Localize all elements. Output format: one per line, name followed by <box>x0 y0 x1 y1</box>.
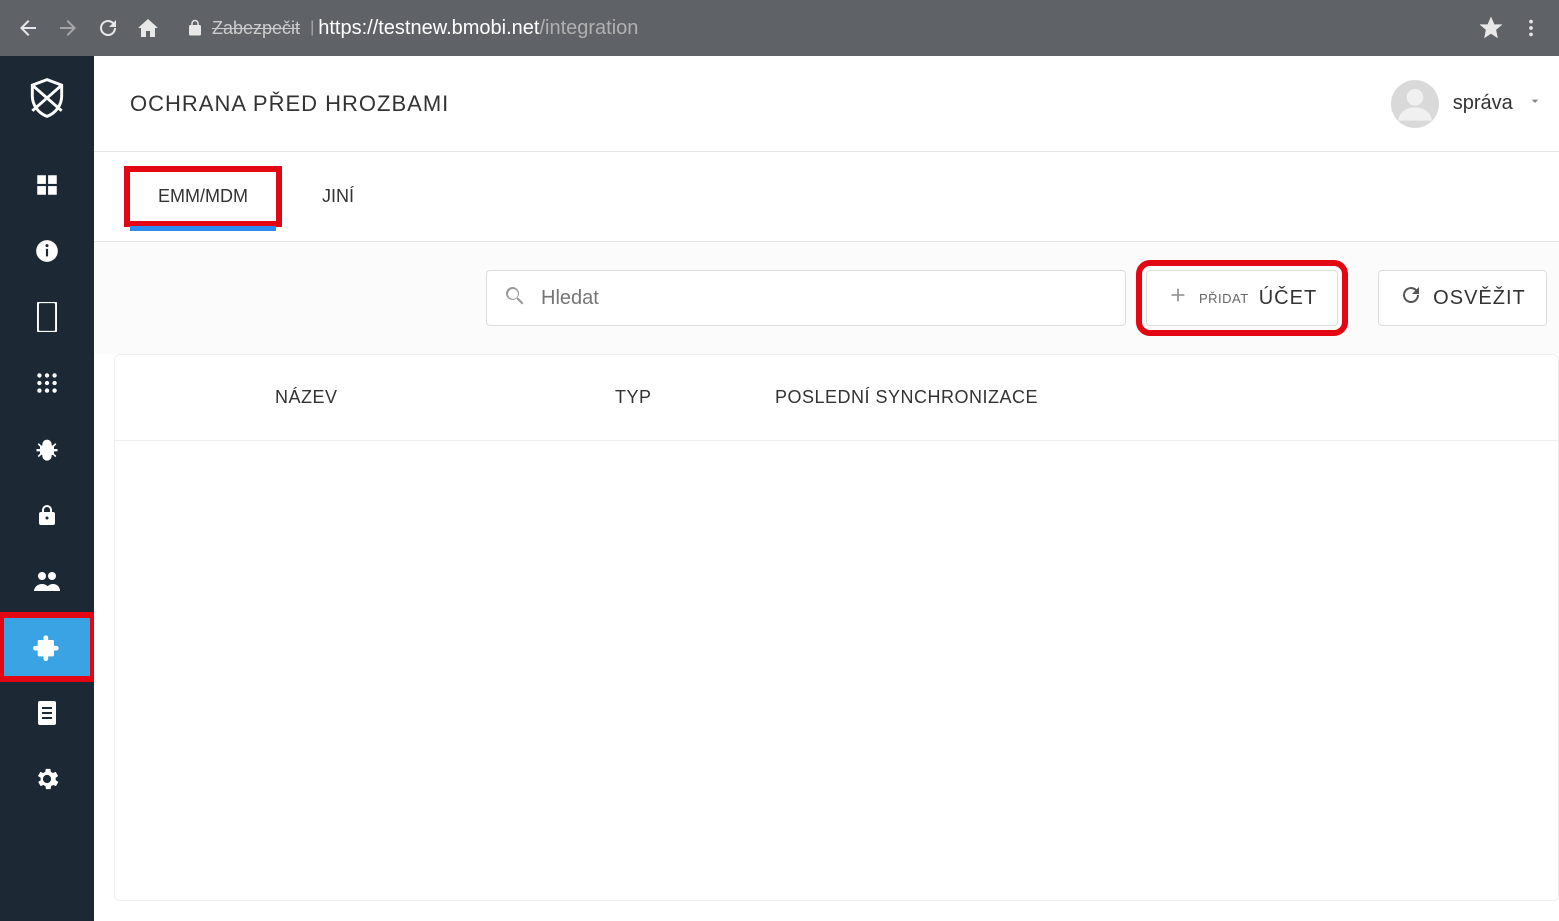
add-account-button[interactable]: PŘIDAT ÚČET <box>1146 270 1338 326</box>
app-root: OCHRANA PŘED HROZBAMI správa EMM/MDM JIN… <box>0 56 1559 921</box>
refresh-button[interactable]: OSVĚŽIT <box>1378 270 1547 326</box>
browser-chrome: Zabezpečit | https://testnew.bmobi.net/i… <box>0 0 1559 56</box>
search-box[interactable] <box>486 270 1126 326</box>
chevron-down-icon <box>1527 93 1543 114</box>
browser-menu-icon[interactable] <box>1511 8 1551 48</box>
browser-address-bar[interactable]: Zabezpečit | https://testnew.bmobi.net/i… <box>176 8 1463 48</box>
toolbar: PŘIDAT ÚČET OSVĚŽIT <box>94 242 1559 354</box>
col-last-sync[interactable]: POSLEDNÍ SYNCHRONIZACE <box>775 387 1518 408</box>
avatar-icon <box>1391 80 1439 128</box>
main-content: OCHRANA PŘED HROZBAMI správa EMM/MDM JIN… <box>94 56 1559 921</box>
plus-icon <box>1167 284 1189 312</box>
refresh-icon <box>1399 283 1423 313</box>
tab-others[interactable]: JINÍ <box>316 176 360 217</box>
sidebar-item-document[interactable] <box>0 680 94 746</box>
search-icon <box>503 284 541 313</box>
sidebar-item-apps[interactable] <box>0 350 94 416</box>
browser-reload-button[interactable] <box>88 8 128 48</box>
tab-label: JINÍ <box>322 186 354 206</box>
browser-back-button[interactable] <box>8 8 48 48</box>
tab-emm-mdm[interactable]: EMM/MDM <box>130 172 276 221</box>
col-type[interactable]: TYP <box>615 387 775 408</box>
sidebar-item-dashboard[interactable] <box>0 152 94 218</box>
data-panel: NÁZEV TYP POSLEDNÍ SYNCHRONIZACE <box>114 354 1559 901</box>
col-name[interactable]: NÁZEV <box>275 387 615 408</box>
bookmark-star-icon[interactable] <box>1471 8 1511 48</box>
address-separator: | <box>310 19 314 37</box>
add-big-label: ÚČET <box>1259 287 1317 310</box>
add-small-label: PŘIDAT <box>1199 291 1249 306</box>
col-checkbox <box>155 387 275 408</box>
search-input[interactable] <box>541 287 1109 310</box>
user-label: správa <box>1453 92 1513 115</box>
sidebar-item-info[interactable] <box>0 218 94 284</box>
sidebar-item-lock[interactable] <box>0 482 94 548</box>
refresh-label: OSVĚŽIT <box>1433 287 1526 310</box>
sidebar-item-device[interactable] <box>0 284 94 350</box>
sidebar <box>0 56 94 921</box>
browser-home-button[interactable] <box>128 8 168 48</box>
sidebar-item-bug[interactable] <box>0 416 94 482</box>
user-menu[interactable]: správa <box>1391 80 1543 128</box>
tab-label: EMM/MDM <box>158 186 248 206</box>
table-header: NÁZEV TYP POSLEDNÍ SYNCHRONIZACE <box>115 355 1558 441</box>
sidebar-item-settings[interactable] <box>0 746 94 812</box>
url-path: /integration <box>539 17 638 40</box>
sidebar-item-integration[interactable] <box>0 614 94 680</box>
sidebar-item-users[interactable] <box>0 548 94 614</box>
app-logo-shield-icon <box>23 74 71 122</box>
page-title: OCHRANA PŘED HROZBAMI <box>130 91 449 117</box>
tabs: EMM/MDM JINÍ <box>94 152 1559 242</box>
secure-label: Zabezpečit <box>212 18 300 39</box>
lock-icon <box>186 19 204 37</box>
url-host: https://testnew.bmobi.net <box>318 17 539 40</box>
browser-forward-button[interactable] <box>48 8 88 48</box>
page-header: OCHRANA PŘED HROZBAMI správa <box>94 56 1559 152</box>
